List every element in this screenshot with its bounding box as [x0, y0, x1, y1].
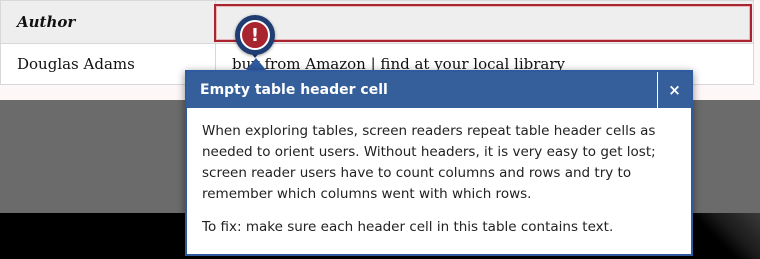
- popup-description: When exploring tables, screen readers re…: [202, 123, 656, 202]
- popup-arrow: [246, 58, 266, 70]
- popup-fix-instructions: To fix: make sure each header cell in th…: [202, 219, 614, 235]
- popup-header: Empty table header cell ×: [187, 72, 691, 108]
- popup-title: Empty table header cell: [200, 82, 388, 98]
- error-popup: Empty table header cell × When exploring…: [185, 70, 693, 256]
- close-icon: ×: [668, 81, 681, 99]
- popup-body: When exploring tables, screen readers re…: [187, 108, 691, 238]
- table-cell-author: Douglas Adams: [0, 43, 216, 85]
- exclamation-icon: !: [240, 20, 270, 50]
- error-marker-button[interactable]: !: [235, 15, 275, 55]
- close-button[interactable]: ×: [657, 72, 691, 108]
- footer-decoration: [690, 213, 760, 259]
- error-highlight-outline: [214, 4, 752, 42]
- table-header-author: Author: [0, 0, 216, 44]
